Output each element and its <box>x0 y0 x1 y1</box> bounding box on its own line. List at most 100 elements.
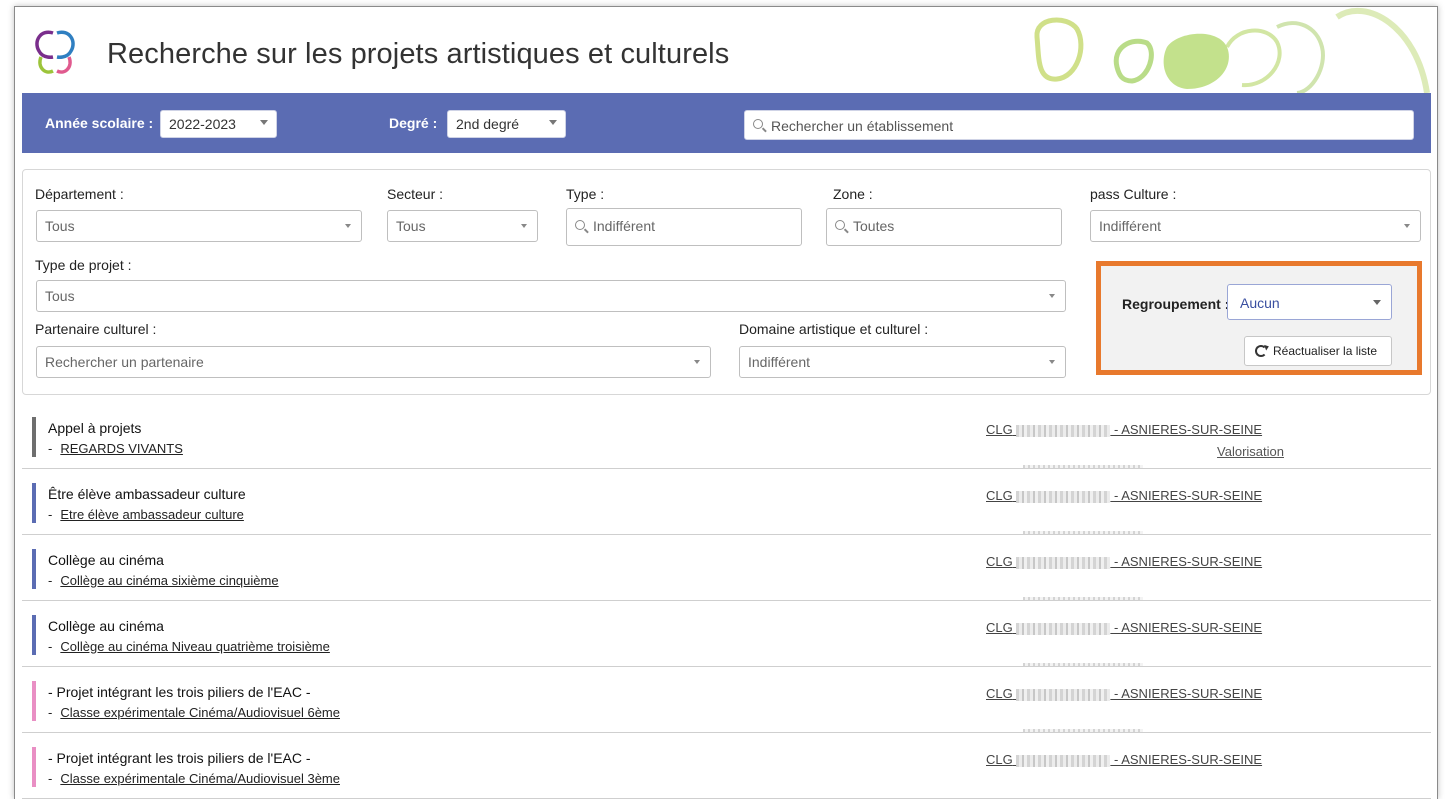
etab-prefix: CLG <box>986 620 1013 635</box>
annee-select[interactable]: 2022-2023 <box>160 110 277 138</box>
partenaire-select[interactable]: Rechercher un partenaire <box>36 346 711 378</box>
project-subtitle: - Etre élève ambassadeur culture <box>48 507 244 522</box>
annee-label: Année scolaire : <box>45 115 154 131</box>
zone-placeholder: Toutes <box>853 218 895 234</box>
type-placeholder: Indifférent <box>593 218 656 234</box>
redacted-name <box>1016 490 1111 503</box>
dash: - <box>48 507 53 522</box>
regroupement-value: Aucun <box>1240 295 1280 311</box>
chevron-down-icon <box>1404 224 1410 228</box>
redacted-mark <box>1023 465 1143 468</box>
dash: - <box>48 573 53 588</box>
project-type-title: - Projet intégrant les trois piliers de … <box>48 750 311 766</box>
project-link[interactable]: Etre élève ambassadeur culture <box>60 507 244 522</box>
decorative-shapes <box>1034 7 1430 93</box>
category-color-bar <box>32 549 36 589</box>
dash: - <box>48 771 53 786</box>
secteur-select[interactable]: Tous <box>387 210 538 242</box>
valorisation-link[interactable]: Valorisation <box>1217 444 1284 459</box>
search-icon <box>753 119 763 129</box>
departement-value: Tous <box>45 218 75 234</box>
chevron-down-icon <box>1049 294 1055 298</box>
regroupement-select[interactable]: Aucun <box>1227 284 1392 320</box>
project-link[interactable]: REGARDS VIVANTS <box>60 441 183 456</box>
project-type-title: - Projet intégrant les trois piliers de … <box>48 684 311 700</box>
type-projet-select[interactable]: Tous <box>36 280 1066 312</box>
etab-prefix: CLG <box>986 686 1013 701</box>
etab-city: - ASNIERES-SUR-SEINE <box>1113 686 1263 701</box>
partenaire-placeholder: Rechercher un partenaire <box>45 354 204 370</box>
partenaire-label: Partenaire culturel : <box>35 321 157 337</box>
project-link[interactable]: Collège au cinéma Niveau quatrième trois… <box>60 639 330 654</box>
type-search-input[interactable]: Indifférent <box>566 208 802 246</box>
list-item: - Projet intégrant les trois piliers de … <box>22 733 1431 799</box>
chevron-down-icon <box>549 120 557 125</box>
pass-culture-value: Indifférent <box>1099 218 1162 234</box>
etablissement-search-input[interactable]: Rechercher un établissement <box>744 110 1414 140</box>
refresh-list-button[interactable]: Réactualiser la liste <box>1244 336 1392 366</box>
annee-value: 2022-2023 <box>169 116 236 132</box>
redacted-name <box>1016 688 1111 701</box>
top-filter-bar: Année scolaire : 2022-2023 Degré : 2nd d… <box>22 93 1431 153</box>
degre-value: 2nd degré <box>456 116 520 132</box>
etab-city: - ASNIERES-SUR-SEINE <box>1113 488 1263 503</box>
zone-label: Zone : <box>833 186 873 202</box>
project-type-title: Appel à projets <box>48 420 142 436</box>
etab-city: - ASNIERES-SUR-SEINE <box>1113 422 1263 437</box>
domaine-value: Indifférent <box>748 354 811 370</box>
redacted-name <box>1016 622 1111 635</box>
project-subtitle: - Collège au cinéma Niveau quatrième troi… <box>48 639 330 654</box>
project-link[interactable]: Classe expérimentale Cinéma/Audiovisuel … <box>60 771 340 786</box>
redacted-name <box>1016 424 1111 437</box>
degre-select[interactable]: 2nd degré <box>447 110 566 138</box>
etablissement-link[interactable]: CLG - ASNIERES-SUR-SEINE <box>986 752 1262 767</box>
etab-prefix: CLG <box>986 752 1013 767</box>
dash: - <box>48 705 53 720</box>
redacted-mark <box>1023 729 1143 732</box>
departement-select[interactable]: Tous <box>36 210 362 242</box>
domaine-label: Domaine artistique et culturel : <box>739 321 929 337</box>
project-subtitle: - Classe expérimentale Cinéma/Audiovisuel… <box>48 705 340 720</box>
etablissement-link[interactable]: CLG - ASNIERES-SUR-SEINE <box>986 620 1262 635</box>
pass-culture-label: pass Culture : <box>1090 186 1177 202</box>
pass-culture-select[interactable]: Indifférent <box>1090 210 1421 242</box>
list-item: - Projet intégrant les trois piliers de … <box>22 667 1431 733</box>
chevron-down-icon <box>260 120 268 125</box>
redacted-mark <box>1023 663 1143 666</box>
zone-search-input[interactable]: Toutes <box>826 208 1062 246</box>
etab-city: - ASNIERES-SUR-SEINE <box>1113 620 1263 635</box>
etab-prefix: CLG <box>986 554 1013 569</box>
etablissement-link[interactable]: CLG - ASNIERES-SUR-SEINE <box>986 422 1262 437</box>
chevron-down-icon <box>1049 360 1055 364</box>
app-window: Recherche sur les projets artistiques et… <box>14 6 1438 799</box>
project-link[interactable]: Collège au cinéma sixième cinquième <box>60 573 278 588</box>
departement-label: Département : <box>35 186 124 202</box>
page-header: Recherche sur les projets artistiques et… <box>15 7 1437 93</box>
list-item: Collège au cinéma - Collège au cinéma six… <box>22 535 1431 601</box>
category-color-bar <box>32 747 36 787</box>
chevron-down-icon <box>694 360 700 364</box>
type-projet-value: Tous <box>45 288 75 304</box>
page-title: Recherche sur les projets artistiques et… <box>107 38 730 70</box>
project-link[interactable]: Classe expérimentale Cinéma/Audiovisuel … <box>60 705 340 720</box>
category-color-bar <box>32 417 36 457</box>
project-subtitle: - Collège au cinéma sixième cinquième <box>48 573 279 588</box>
project-subtitle: - Classe expérimentale Cinéma/Audiovisuel… <box>48 771 340 786</box>
chevron-down-icon <box>1373 300 1381 305</box>
project-type-title: Collège au cinéma <box>48 618 164 634</box>
project-type-title: Collège au cinéma <box>48 552 164 568</box>
category-color-bar <box>32 681 36 721</box>
list-item: Être élève ambassadeur culture - Etre élè… <box>22 469 1431 535</box>
redacted-mark <box>1023 531 1143 534</box>
redacted-name <box>1016 556 1111 569</box>
etablissement-link[interactable]: CLG - ASNIERES-SUR-SEINE <box>986 488 1262 503</box>
chevron-down-icon <box>345 224 351 228</box>
list-item: Collège au cinéma - Collège au cinéma Niv… <box>22 601 1431 667</box>
etablissement-link[interactable]: CLG - ASNIERES-SUR-SEINE <box>986 554 1262 569</box>
etablissement-link[interactable]: CLG - ASNIERES-SUR-SEINE <box>986 686 1262 701</box>
secteur-value: Tous <box>396 218 426 234</box>
project-subtitle: - REGARDS VIVANTS <box>48 441 183 456</box>
redacted-name <box>1016 754 1111 767</box>
regroupement-box: Regroupement : Aucun Réactualiser la lis… <box>1096 261 1422 375</box>
domaine-select[interactable]: Indifférent <box>739 346 1066 378</box>
